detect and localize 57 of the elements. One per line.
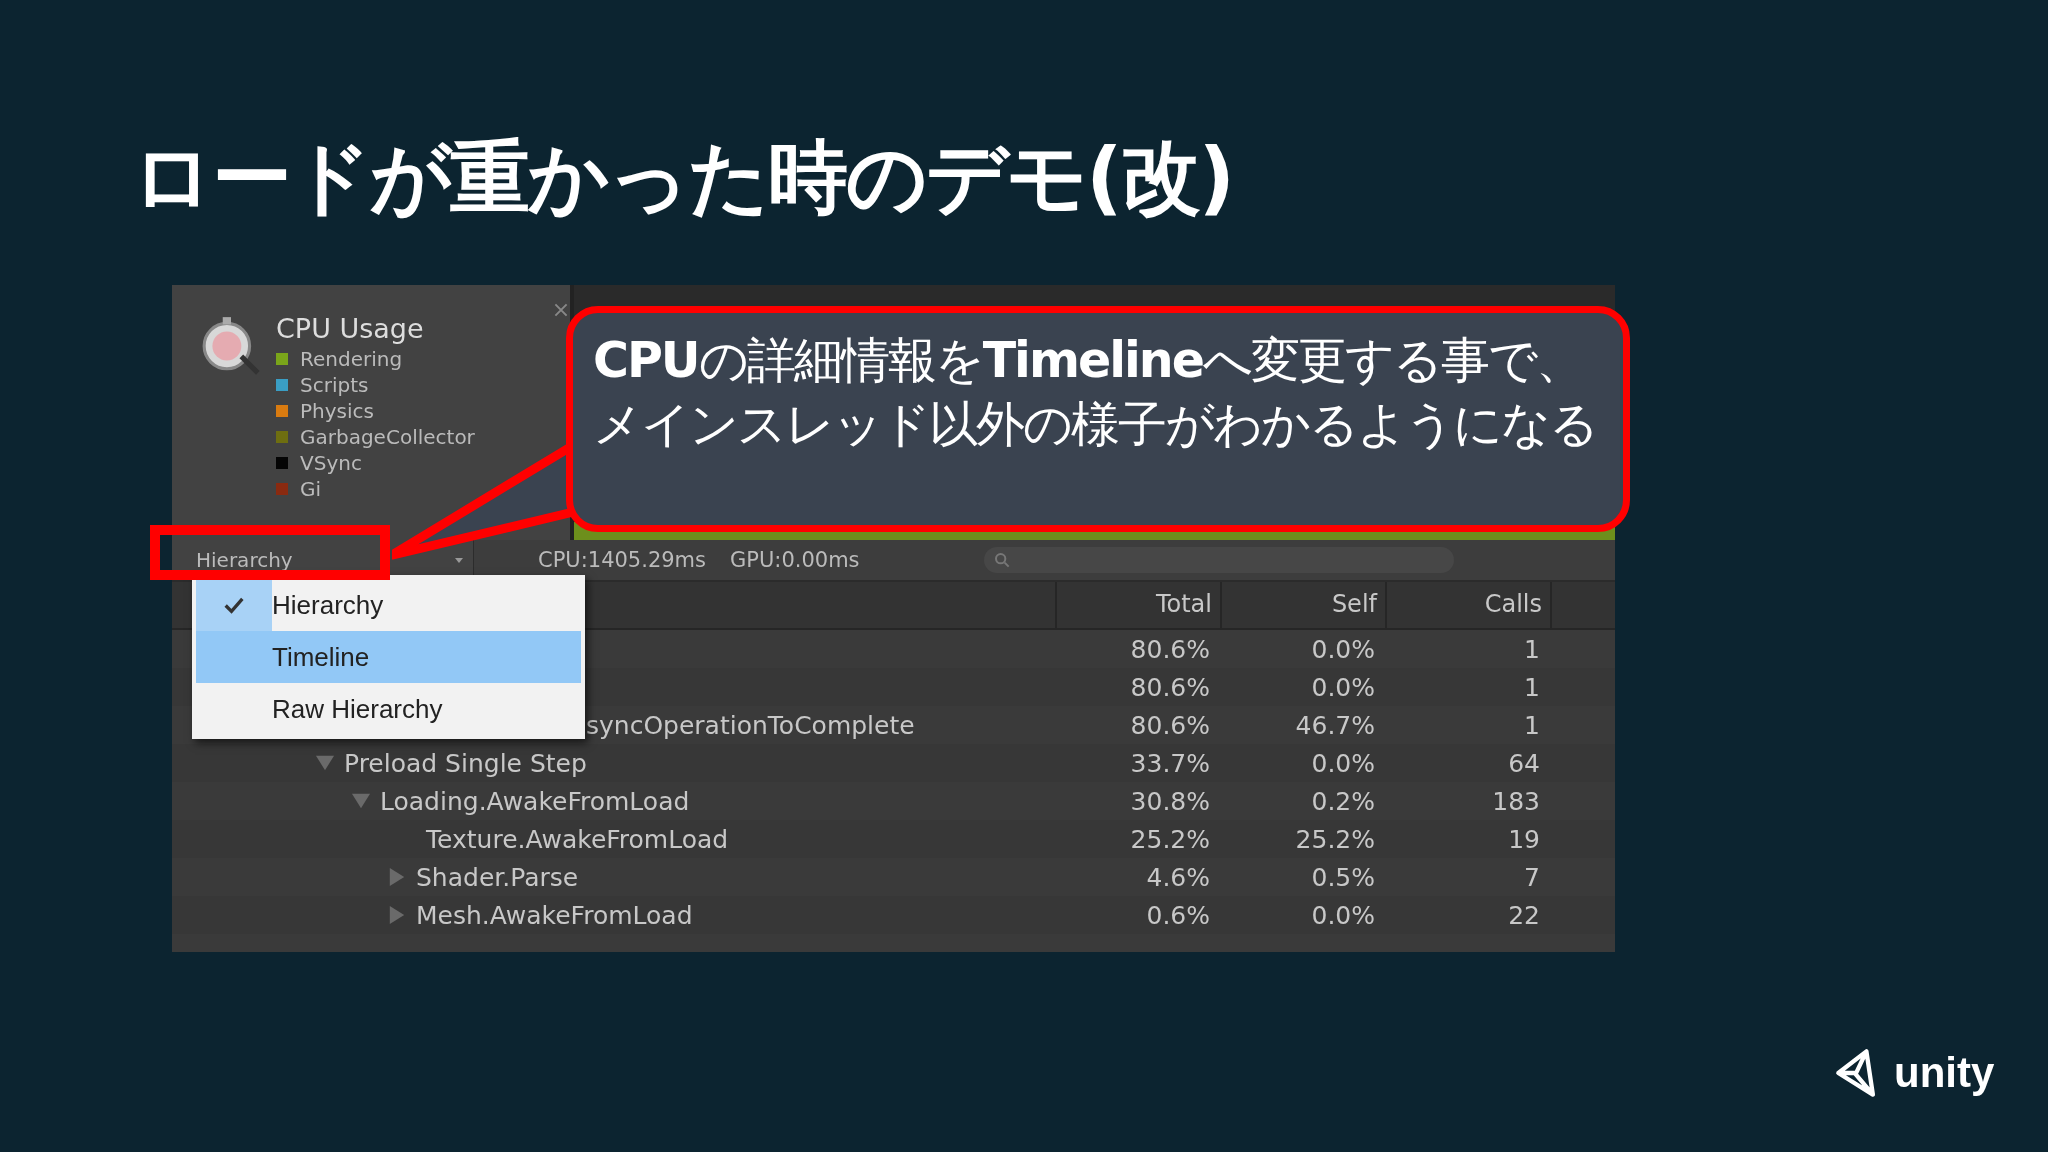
table-cell-text: 183 bbox=[1491, 786, 1541, 816]
function-name: Preload Single Step bbox=[344, 748, 587, 778]
legend-label: Rendering bbox=[300, 347, 403, 371]
expand-toggle-icon[interactable] bbox=[388, 868, 406, 886]
table-cell-text: 80.6% bbox=[1129, 634, 1211, 664]
table-cell-text: 80.6% bbox=[1129, 672, 1211, 702]
table-cell-text: 33.7% bbox=[1129, 748, 1211, 778]
table-cell-text: 0.2% bbox=[1310, 786, 1376, 816]
table-cell-text: 1 bbox=[1523, 672, 1541, 702]
table-cell-text: 7 bbox=[1523, 862, 1541, 892]
table-cell-text: 22 bbox=[1507, 900, 1541, 930]
search-icon bbox=[993, 552, 1010, 568]
logo-text: unity bbox=[1894, 1049, 1995, 1097]
table-cell-text: 25.2% bbox=[1294, 824, 1376, 854]
module-title: CPU Usage bbox=[276, 313, 425, 344]
table-cell-text: 0.6% bbox=[1145, 900, 1211, 930]
column-header[interactable]: Self bbox=[1220, 582, 1385, 628]
close-icon[interactable] bbox=[554, 303, 568, 317]
table-cell-text: 64 bbox=[1507, 748, 1541, 778]
table-cell-text: 1 bbox=[1523, 634, 1541, 664]
table-cell-text: 0.5% bbox=[1310, 862, 1376, 892]
column-header[interactable]: Calls bbox=[1385, 582, 1550, 628]
function-name: syncOperationToComplete bbox=[586, 710, 915, 740]
table-cell-text: 25.2% bbox=[1129, 824, 1211, 854]
function-name: Texture.AwakeFromLoad bbox=[426, 824, 729, 854]
menu-item[interactable]: Timeline bbox=[196, 631, 581, 683]
check-icon bbox=[224, 596, 244, 614]
cpu-time: CPU:1405.29ms bbox=[538, 548, 706, 572]
table-cell-text: 46.7% bbox=[1294, 710, 1376, 740]
table-cell-text: 1 bbox=[1523, 710, 1541, 740]
menu-item[interactable]: Hierarchy bbox=[196, 579, 581, 631]
column-header[interactable]: Total bbox=[1055, 582, 1220, 628]
caret-icon bbox=[455, 557, 463, 563]
table-cell-text: 0.0% bbox=[1310, 748, 1376, 778]
table-cell-text: 0.0% bbox=[1310, 672, 1376, 702]
function-name: Loading.AwakeFromLoad bbox=[380, 786, 690, 816]
expand-toggle-icon[interactable] bbox=[316, 754, 334, 772]
table-cell-text: 0.0% bbox=[1310, 634, 1376, 664]
table-cell-text: 80.6% bbox=[1129, 710, 1211, 740]
table-cell-text: 0.0% bbox=[1310, 900, 1376, 930]
slide-title: ロードが重かった時のデモ(改) bbox=[131, 130, 1235, 226]
menu-item[interactable]: Raw Hierarchy bbox=[196, 683, 581, 735]
gpu-time: GPU:0.00ms bbox=[730, 548, 860, 572]
legend-label: Physics bbox=[300, 399, 374, 423]
expand-toggle-icon[interactable] bbox=[352, 792, 370, 810]
legend-label: Scripts bbox=[300, 373, 369, 397]
legend-label: Gi bbox=[300, 477, 322, 501]
search-field[interactable] bbox=[983, 547, 1454, 573]
legend-label: VSync bbox=[300, 451, 362, 475]
table-cell-text: 30.8% bbox=[1129, 786, 1211, 816]
function-name: Mesh.AwakeFromLoad bbox=[416, 900, 693, 930]
table-cell-text: 4.6% bbox=[1145, 862, 1211, 892]
expand-toggle-icon[interactable] bbox=[388, 906, 406, 924]
legend-label: GarbageCollector bbox=[300, 425, 475, 449]
function-name: Shader.Parse bbox=[416, 862, 579, 892]
table-cell-text: 19 bbox=[1507, 824, 1541, 854]
callout-text: CPUの詳細情報をTimelineへ変更する事で、メインスレッド以外の様子がわかるようになる bbox=[593, 331, 1598, 455]
